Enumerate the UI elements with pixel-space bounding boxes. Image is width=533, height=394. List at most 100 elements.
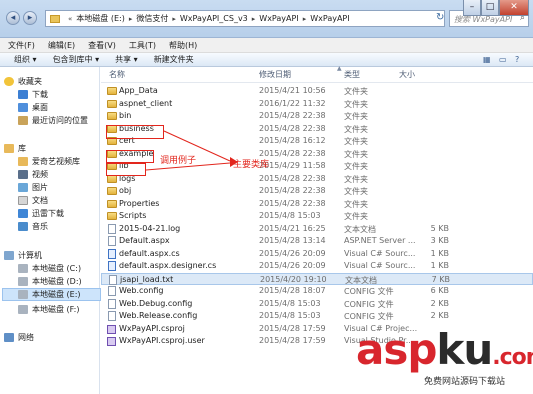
breadcrumb-wxpayapi-cs[interactable]: WxPayAPI_CS_v3 (180, 14, 248, 23)
picture-icon (18, 183, 28, 192)
file-date: 2015/4/28 22:38 (259, 173, 326, 183)
file-icon (108, 223, 116, 234)
file-date: 2015/4/8 15:03 (259, 211, 321, 220)
nav-network[interactable]: 网络 (4, 331, 103, 344)
file-row[interactable]: Web.config 2015/4/28 18:07 CONFIG 文件 6 KB (101, 285, 533, 298)
new-folder-button[interactable]: 新建文件夹 (154, 54, 194, 65)
minimize-button[interactable]: – (463, 0, 481, 16)
organize-button[interactable]: 组织 ▾ (14, 54, 37, 65)
nav-item-drive-d[interactable]: 本地磁盘 (D:) (18, 275, 99, 288)
nav-label: 下载 (32, 90, 48, 99)
file-row[interactable]: business 2015/4/28 22:38 文件夹 (101, 123, 533, 136)
column-header-type[interactable]: 类型 (344, 69, 360, 82)
file-date: 2015/4/28 22:38 (259, 111, 326, 120)
file-row[interactable]: Scripts 2015/4/8 15:03 文件夹 (101, 210, 533, 223)
file-type: 文件夹 (344, 137, 368, 146)
column-header-date[interactable]: 修改日期 (259, 69, 291, 82)
file-row[interactable]: cert 2015/4/28 16:12 文件夹 (101, 135, 533, 148)
folder-icon (107, 112, 117, 120)
folder-icon (107, 87, 117, 95)
include-in-library-button[interactable]: 包含到库中 ▾ (53, 54, 100, 65)
file-row[interactable]: aspnet_client 2016/1/22 11:32 文件夹 (101, 98, 533, 111)
file-name: default.aspx.designer.cs (119, 261, 217, 270)
watermark-subtitle: 免费网站源码下载站 (424, 377, 506, 387)
chevron-right-icon: ▸ (302, 14, 307, 23)
drive-icon (18, 305, 28, 314)
file-row[interactable]: default.aspx.designer.cs 2015/4/26 20:09 V… (101, 260, 533, 273)
close-button[interactable]: ✕ (499, 0, 529, 16)
menu-tools[interactable]: 工具(T) (129, 40, 156, 51)
file-row[interactable]: bin 2015/4/28 22:38 文件夹 (101, 110, 533, 123)
file-row[interactable]: 2015-04-21.log 2015/4/21 16:25 文本文档 5 KB (101, 223, 533, 236)
file-icon (108, 298, 116, 309)
file-row[interactable]: Web.Release.config 2015/4/8 15:03 CONFIG 文… (101, 310, 533, 323)
file-name: WxPayAPI.csproj.user (119, 336, 205, 345)
help-icon[interactable]: ? (515, 55, 525, 64)
column-header-name[interactable]: 名称 (109, 69, 125, 82)
file-row[interactable]: logs 2015/4/28 22:38 文件夹 (101, 173, 533, 186)
nav-label: 文档 (32, 196, 48, 205)
nav-item-drive-f[interactable]: 本地磁盘 (F:) (18, 303, 99, 316)
file-row[interactable]: Properties 2015/4/28 22:38 文件夹 (101, 198, 533, 211)
file-row[interactable]: App_Data 2015/4/21 10:56 文件夹 (101, 85, 533, 98)
view-options-icon[interactable]: ▦ (483, 55, 493, 64)
folder-icon (107, 212, 117, 220)
file-type: 文件夹 (344, 99, 368, 109)
file-icon (108, 286, 116, 296)
nav-label: 网络 (18, 333, 34, 342)
preview-pane-icon[interactable]: ▭ (499, 55, 509, 64)
column-header-size[interactable]: 大小 (399, 69, 415, 82)
file-row[interactable]: Web.Debug.config 2015/4/8 15:03 CONFIG 文件 2… (101, 298, 533, 311)
chevron-right-icon: ▸ (172, 14, 176, 23)
file-type: CONFIG 文件 (344, 299, 394, 309)
computer-icon (4, 251, 14, 260)
file-size: 7 KB (431, 274, 450, 284)
csharp-file-icon (108, 261, 116, 271)
file-type: 文件夹 (344, 199, 368, 209)
forward-button[interactable]: ▸ (23, 11, 37, 25)
file-date: 2016/1/22 11:32 (259, 98, 326, 108)
breadcrumb-wechatpay[interactable]: 微信支付 (136, 13, 168, 24)
breadcrumb-drive[interactable]: 本地磁盘 (E:) (76, 13, 125, 24)
nav-label: 迅雷下载 (32, 209, 64, 218)
nav-label: 视频 (32, 170, 48, 179)
menu-help[interactable]: 帮助(H) (169, 40, 197, 51)
example-highlight-box (106, 150, 154, 163)
file-type: 文件夹 (344, 212, 368, 221)
menu-edit[interactable]: 编辑(E) (48, 40, 75, 51)
address-bar[interactable]: « 本地磁盘 (E:) ▸ 微信支付 ▸ WxPayAPI_CS_v3 ▸ Wx… (45, 10, 445, 27)
file-type: 文件夹 (344, 174, 368, 184)
nav-favorites[interactable]: 收藏夹 (4, 75, 103, 88)
chevron-right-icon: ▸ (251, 14, 256, 23)
back-button[interactable]: ◂ (6, 11, 20, 25)
nav-item-drive-e[interactable]: 本地磁盘 (E:) (2, 288, 101, 301)
title-bar: ◂ ▸ « 本地磁盘 (E:) ▸ 微信支付 ▸ WxPayAPI_CS_v3 … (0, 0, 533, 38)
business-highlight-box (106, 125, 164, 139)
file-name: default.aspx.cs (119, 248, 180, 258)
file-icon (108, 236, 116, 246)
breadcrumb-wxpayapi-2[interactable]: WxPayAPI (310, 14, 349, 23)
folder-icon (50, 14, 60, 23)
file-type: 文件夹 (344, 187, 368, 196)
maximize-button[interactable]: □ (481, 0, 499, 16)
file-row[interactable]: jsapi_load.txt 2015/4/20 19:10 文本文档 7 KB (101, 272, 533, 285)
refresh-icon[interactable]: ↻ (436, 12, 446, 24)
nav-label: 本地磁盘 (C:) (32, 264, 82, 273)
breadcrumb-wxpayapi-1[interactable]: WxPayAPI (259, 14, 298, 23)
file-row[interactable]: obj 2015/4/28 22:38 文件夹 (101, 185, 533, 198)
folder-icon (107, 99, 117, 108)
menu-file[interactable]: 文件(F) (8, 40, 35, 51)
music-icon (18, 222, 28, 231)
nav-computer[interactable]: 计算机 (4, 249, 103, 262)
share-button[interactable]: 共享 ▾ (115, 54, 138, 65)
file-row[interactable]: Default.aspx 2015/4/28 13:14 ASP.NET Serve… (101, 235, 533, 248)
file-row[interactable]: default.aspx.cs 2015/4/26 20:09 Visual C# … (101, 248, 533, 261)
file-type: 文件夹 (344, 124, 368, 134)
nav-item-drive-c[interactable]: 本地磁盘 (C:) (18, 262, 99, 275)
file-name: 2015-04-21.log (119, 223, 181, 233)
lib-highlight-box (106, 163, 146, 176)
nav-libraries[interactable]: 库 (4, 142, 103, 155)
menu-view[interactable]: 查看(V) (88, 40, 116, 51)
file-size: 2 KB (430, 311, 449, 320)
nav-label: 本地磁盘 (D:) (32, 277, 82, 286)
